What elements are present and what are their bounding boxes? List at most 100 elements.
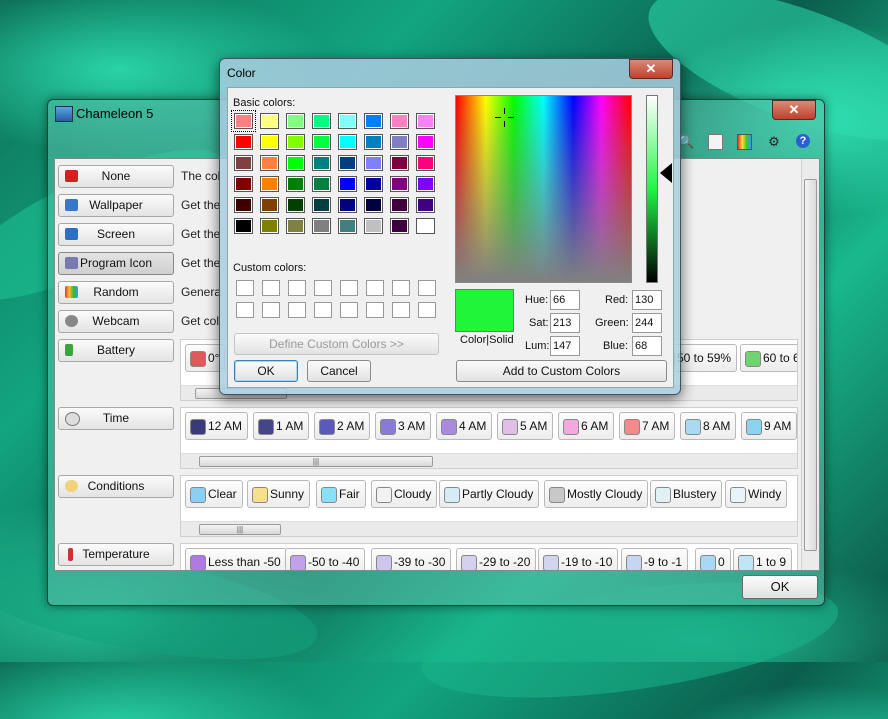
chip-time-7am[interactable]: 7 AM: [619, 412, 676, 440]
lum-input[interactable]: 147: [550, 336, 580, 356]
custom-color-swatch[interactable]: [340, 280, 358, 296]
basic-color-swatch[interactable]: [260, 176, 279, 192]
basic-color-swatch[interactable]: [364, 176, 383, 192]
sidebar-item-screen[interactable]: Screen: [58, 223, 174, 246]
basic-color-swatch[interactable]: [338, 197, 357, 213]
basic-color-swatch[interactable]: [312, 176, 331, 192]
custom-color-swatch[interactable]: [262, 302, 280, 318]
basic-color-swatch[interactable]: [416, 155, 435, 171]
basic-color-swatch[interactable]: [364, 197, 383, 213]
chip-temp-50-40[interactable]: -50 to -40: [285, 548, 366, 570]
sidebar-item-wallpaper[interactable]: Wallpaper: [58, 194, 174, 217]
help-icon[interactable]: ?: [796, 134, 810, 148]
basic-color-swatch[interactable]: [390, 218, 409, 234]
main-ok-button[interactable]: OK: [742, 575, 818, 599]
chip-time-3am[interactable]: 3 AM: [375, 412, 432, 440]
chip-temp-29-20[interactable]: -29 to -20: [456, 548, 537, 570]
basic-color-swatch[interactable]: [416, 197, 435, 213]
custom-color-swatch[interactable]: [340, 302, 358, 318]
scroll-thumb[interactable]: [804, 179, 817, 551]
sidebar-item-random[interactable]: Random: [58, 281, 174, 304]
basic-color-swatch[interactable]: [416, 113, 435, 129]
basic-color-swatch[interactable]: [338, 113, 357, 129]
gear-icon[interactable]: ⚙: [766, 134, 782, 150]
luminosity-bar[interactable]: [646, 95, 658, 283]
chip-time-9am[interactable]: 9 AM: [741, 412, 797, 440]
basic-color-swatch[interactable]: [416, 134, 435, 150]
sidebar-item-none[interactable]: None: [58, 165, 174, 188]
basic-color-swatch[interactable]: [312, 134, 331, 150]
basic-color-swatch[interactable]: [234, 218, 253, 234]
custom-color-swatch[interactable]: [288, 280, 306, 296]
basic-color-swatch[interactable]: [364, 113, 383, 129]
chip-condition-mostly-cloudy[interactable]: Mostly Cloudy: [544, 480, 649, 508]
basic-color-swatch[interactable]: [364, 134, 383, 150]
chip-condition-fair[interactable]: Fair: [316, 480, 366, 508]
green-input[interactable]: 244: [632, 313, 662, 333]
basic-color-swatch[interactable]: [338, 218, 357, 234]
chip-time-6am[interactable]: 6 AM: [558, 412, 615, 440]
red-input[interactable]: 130: [632, 290, 662, 310]
chip-temp-1-9[interactable]: 1 to 9: [733, 548, 793, 570]
chip-time-2am[interactable]: 2 AM: [314, 412, 371, 440]
basic-color-swatch[interactable]: [338, 155, 357, 171]
custom-color-swatch[interactable]: [262, 280, 280, 296]
basic-color-swatch[interactable]: [416, 176, 435, 192]
window-close-button[interactable]: ✕: [772, 100, 816, 120]
custom-color-swatch[interactable]: [236, 280, 254, 296]
scroll-thumb[interactable]: |||: [199, 524, 281, 535]
basic-color-swatch[interactable]: [338, 134, 357, 150]
clipboard-icon[interactable]: [708, 134, 723, 150]
chip-temp-0[interactable]: 0: [695, 548, 731, 570]
basic-color-swatch[interactable]: [390, 155, 409, 171]
chip-temp-39-30[interactable]: -39 to -30: [371, 548, 452, 570]
chip-time-12am[interactable]: 12 AM: [185, 412, 249, 440]
basic-color-swatch[interactable]: [260, 218, 279, 234]
add-to-custom-colors-button[interactable]: Add to Custom Colors: [456, 360, 667, 382]
sidebar-item-temperature[interactable]: Temperature: [58, 543, 174, 566]
basic-color-swatch[interactable]: [286, 218, 305, 234]
basic-color-swatch[interactable]: [390, 176, 409, 192]
sat-input[interactable]: 213: [550, 313, 580, 333]
basic-color-swatch[interactable]: [364, 155, 383, 171]
basic-color-swatch[interactable]: [260, 134, 279, 150]
basic-color-swatch[interactable]: [312, 113, 331, 129]
chip-time-5am[interactable]: 5 AM: [497, 412, 554, 440]
sidebar-item-webcam[interactable]: Webcam: [58, 310, 174, 333]
basic-color-swatch[interactable]: [234, 134, 253, 150]
basic-color-swatch[interactable]: [390, 113, 409, 129]
define-custom-colors-button[interactable]: Define Custom Colors >>: [234, 333, 439, 355]
basic-color-swatch[interactable]: [260, 155, 279, 171]
custom-color-swatch[interactable]: [366, 302, 384, 318]
basic-color-swatch[interactable]: [286, 134, 305, 150]
chip-temp-19-10[interactable]: -19 to -10: [538, 548, 619, 570]
custom-color-swatch[interactable]: [392, 280, 410, 296]
hue-input[interactable]: 66: [550, 290, 580, 310]
time-scrollbar[interactable]: |||: [181, 453, 797, 468]
chip-temp-9-1[interactable]: -9 to -1: [621, 548, 689, 570]
basic-color-swatch[interactable]: [260, 113, 279, 129]
chip-condition-partly-cloudy[interactable]: Partly Cloudy: [439, 480, 540, 508]
chip-condition-clear[interactable]: Clear: [185, 480, 243, 508]
basic-color-swatch[interactable]: [338, 176, 357, 192]
scroll-thumb[interactable]: |||: [199, 456, 433, 467]
custom-color-swatch[interactable]: [288, 302, 306, 318]
chip-battery-60[interactable]: 60 to 6: [740, 344, 797, 372]
basic-color-swatch[interactable]: [364, 218, 383, 234]
sidebar-item-battery[interactable]: Battery: [58, 339, 174, 362]
custom-color-swatch[interactable]: [366, 280, 384, 296]
panel-vertical-scrollbar[interactable]: [801, 159, 819, 570]
blue-input[interactable]: 68: [632, 336, 662, 356]
basic-color-swatch[interactable]: [312, 155, 331, 171]
basic-color-swatch[interactable]: [286, 176, 305, 192]
chip-time-8am[interactable]: 8 AM: [680, 412, 737, 440]
basic-color-swatch[interactable]: [312, 197, 331, 213]
conditions-scrollbar[interactable]: |||: [181, 521, 797, 536]
chip-condition-blustery[interactable]: Blustery: [650, 480, 723, 508]
basic-color-swatch[interactable]: [286, 197, 305, 213]
dialog-close-button[interactable]: ✕: [629, 59, 673, 79]
sidebar-item-time[interactable]: Time: [58, 407, 174, 430]
dialog-cancel-button[interactable]: Cancel: [307, 360, 371, 382]
basic-color-swatch[interactable]: [234, 155, 253, 171]
chip-temp-lt-50[interactable]: Less than -50: [185, 548, 287, 570]
